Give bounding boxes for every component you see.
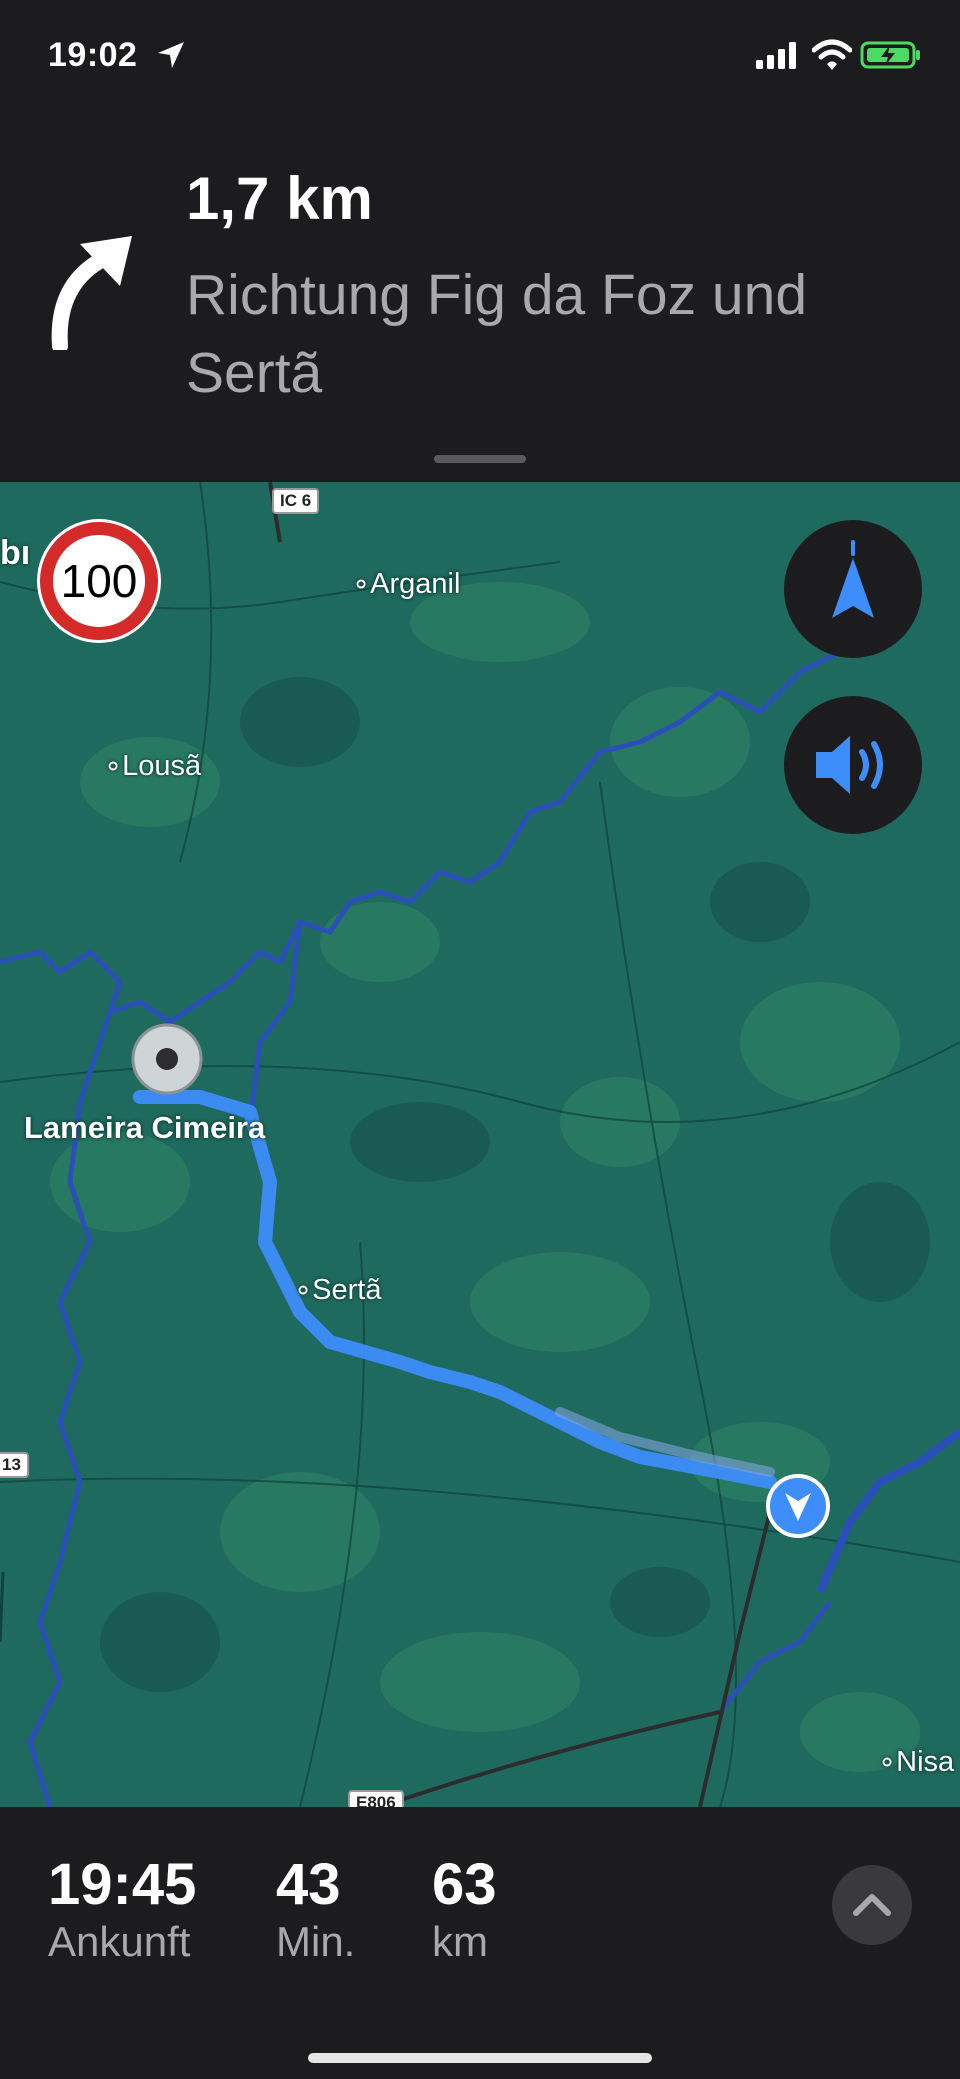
road-shield-ic6: IC 6 [272, 488, 320, 514]
road-shield-e806: E806 [348, 1790, 404, 1807]
remaining-duration: 43 Min. [276, 1853, 355, 1967]
place-lousa[interactable]: ∘Lousã [104, 748, 201, 783]
battery-charging-icon [860, 41, 920, 69]
speed-limit-sign: 100 [40, 522, 158, 640]
place-dot-icon: ∘ [352, 568, 371, 600]
expand-button[interactable] [832, 1865, 912, 1945]
wifi-icon [812, 39, 852, 70]
place-arganil[interactable]: ∘Arganil [352, 566, 460, 601]
compass-arrow-icon [832, 540, 874, 618]
place-dot-icon: ∘ [878, 1746, 897, 1778]
map-view[interactable]: IC 6 13 E806 bı 100 ∘Arganil ∘Lousã ∘Ser… [0, 482, 960, 1807]
cellular-signal-icon [756, 42, 796, 69]
current-location-icon [766, 1474, 830, 1538]
location-arrow-icon [158, 42, 184, 68]
arrival-time: 19:45 Ankunft [48, 1853, 196, 1967]
navigation-banner[interactable]: 1,7 km Richtung Fig da Foz und Sertã [0, 110, 960, 482]
banner-grabber[interactable] [434, 455, 526, 463]
chevron-up-icon [853, 1894, 891, 1916]
status-time: 19:02 [48, 36, 138, 74]
place-label: Sertã [312, 1274, 382, 1306]
duration-label: Min. [276, 1918, 356, 1965]
place-label: Arganil [370, 568, 461, 600]
speaker-icon [816, 736, 883, 794]
place-dot-icon: ∘ [104, 750, 123, 782]
turn-slight-right-icon [51, 236, 132, 350]
destination-label[interactable]: Lameira Cimeira [24, 1110, 265, 1146]
remaining-distance: 63 km [432, 1853, 497, 1967]
distance-label: km [432, 1918, 488, 1965]
place-label: Lousã [122, 750, 202, 782]
home-indicator[interactable] [308, 2053, 652, 2063]
distance-value: 63 [432, 1852, 497, 1917]
place-serta[interactable]: ∘Sertã [294, 1272, 381, 1307]
place-dot-icon: ∘ [294, 1274, 313, 1306]
destination-pin-icon[interactable] [130, 1022, 204, 1096]
place-label: Nisa [896, 1746, 955, 1778]
map-label-cutoff: bı [0, 534, 31, 572]
duration-value: 43 [276, 1852, 341, 1917]
place-nisa[interactable]: ∘Nisa [878, 1744, 954, 1779]
maneuver-direction: Richtung Fig da Foz und Sertã [186, 263, 808, 405]
arrival-label: Ankunft [48, 1918, 191, 1965]
maneuver-distance: 1,7 km [186, 165, 373, 232]
compass-button[interactable] [784, 520, 922, 658]
trip-info-panel[interactable]: 19:45 Ankunft 43 Min. 63 km [0, 1807, 960, 2079]
arrival-value: 19:45 [48, 1852, 197, 1917]
audio-button[interactable] [784, 696, 922, 834]
status-bar: 19:02 [0, 0, 960, 110]
road-shield-13: 13 [0, 1452, 29, 1478]
